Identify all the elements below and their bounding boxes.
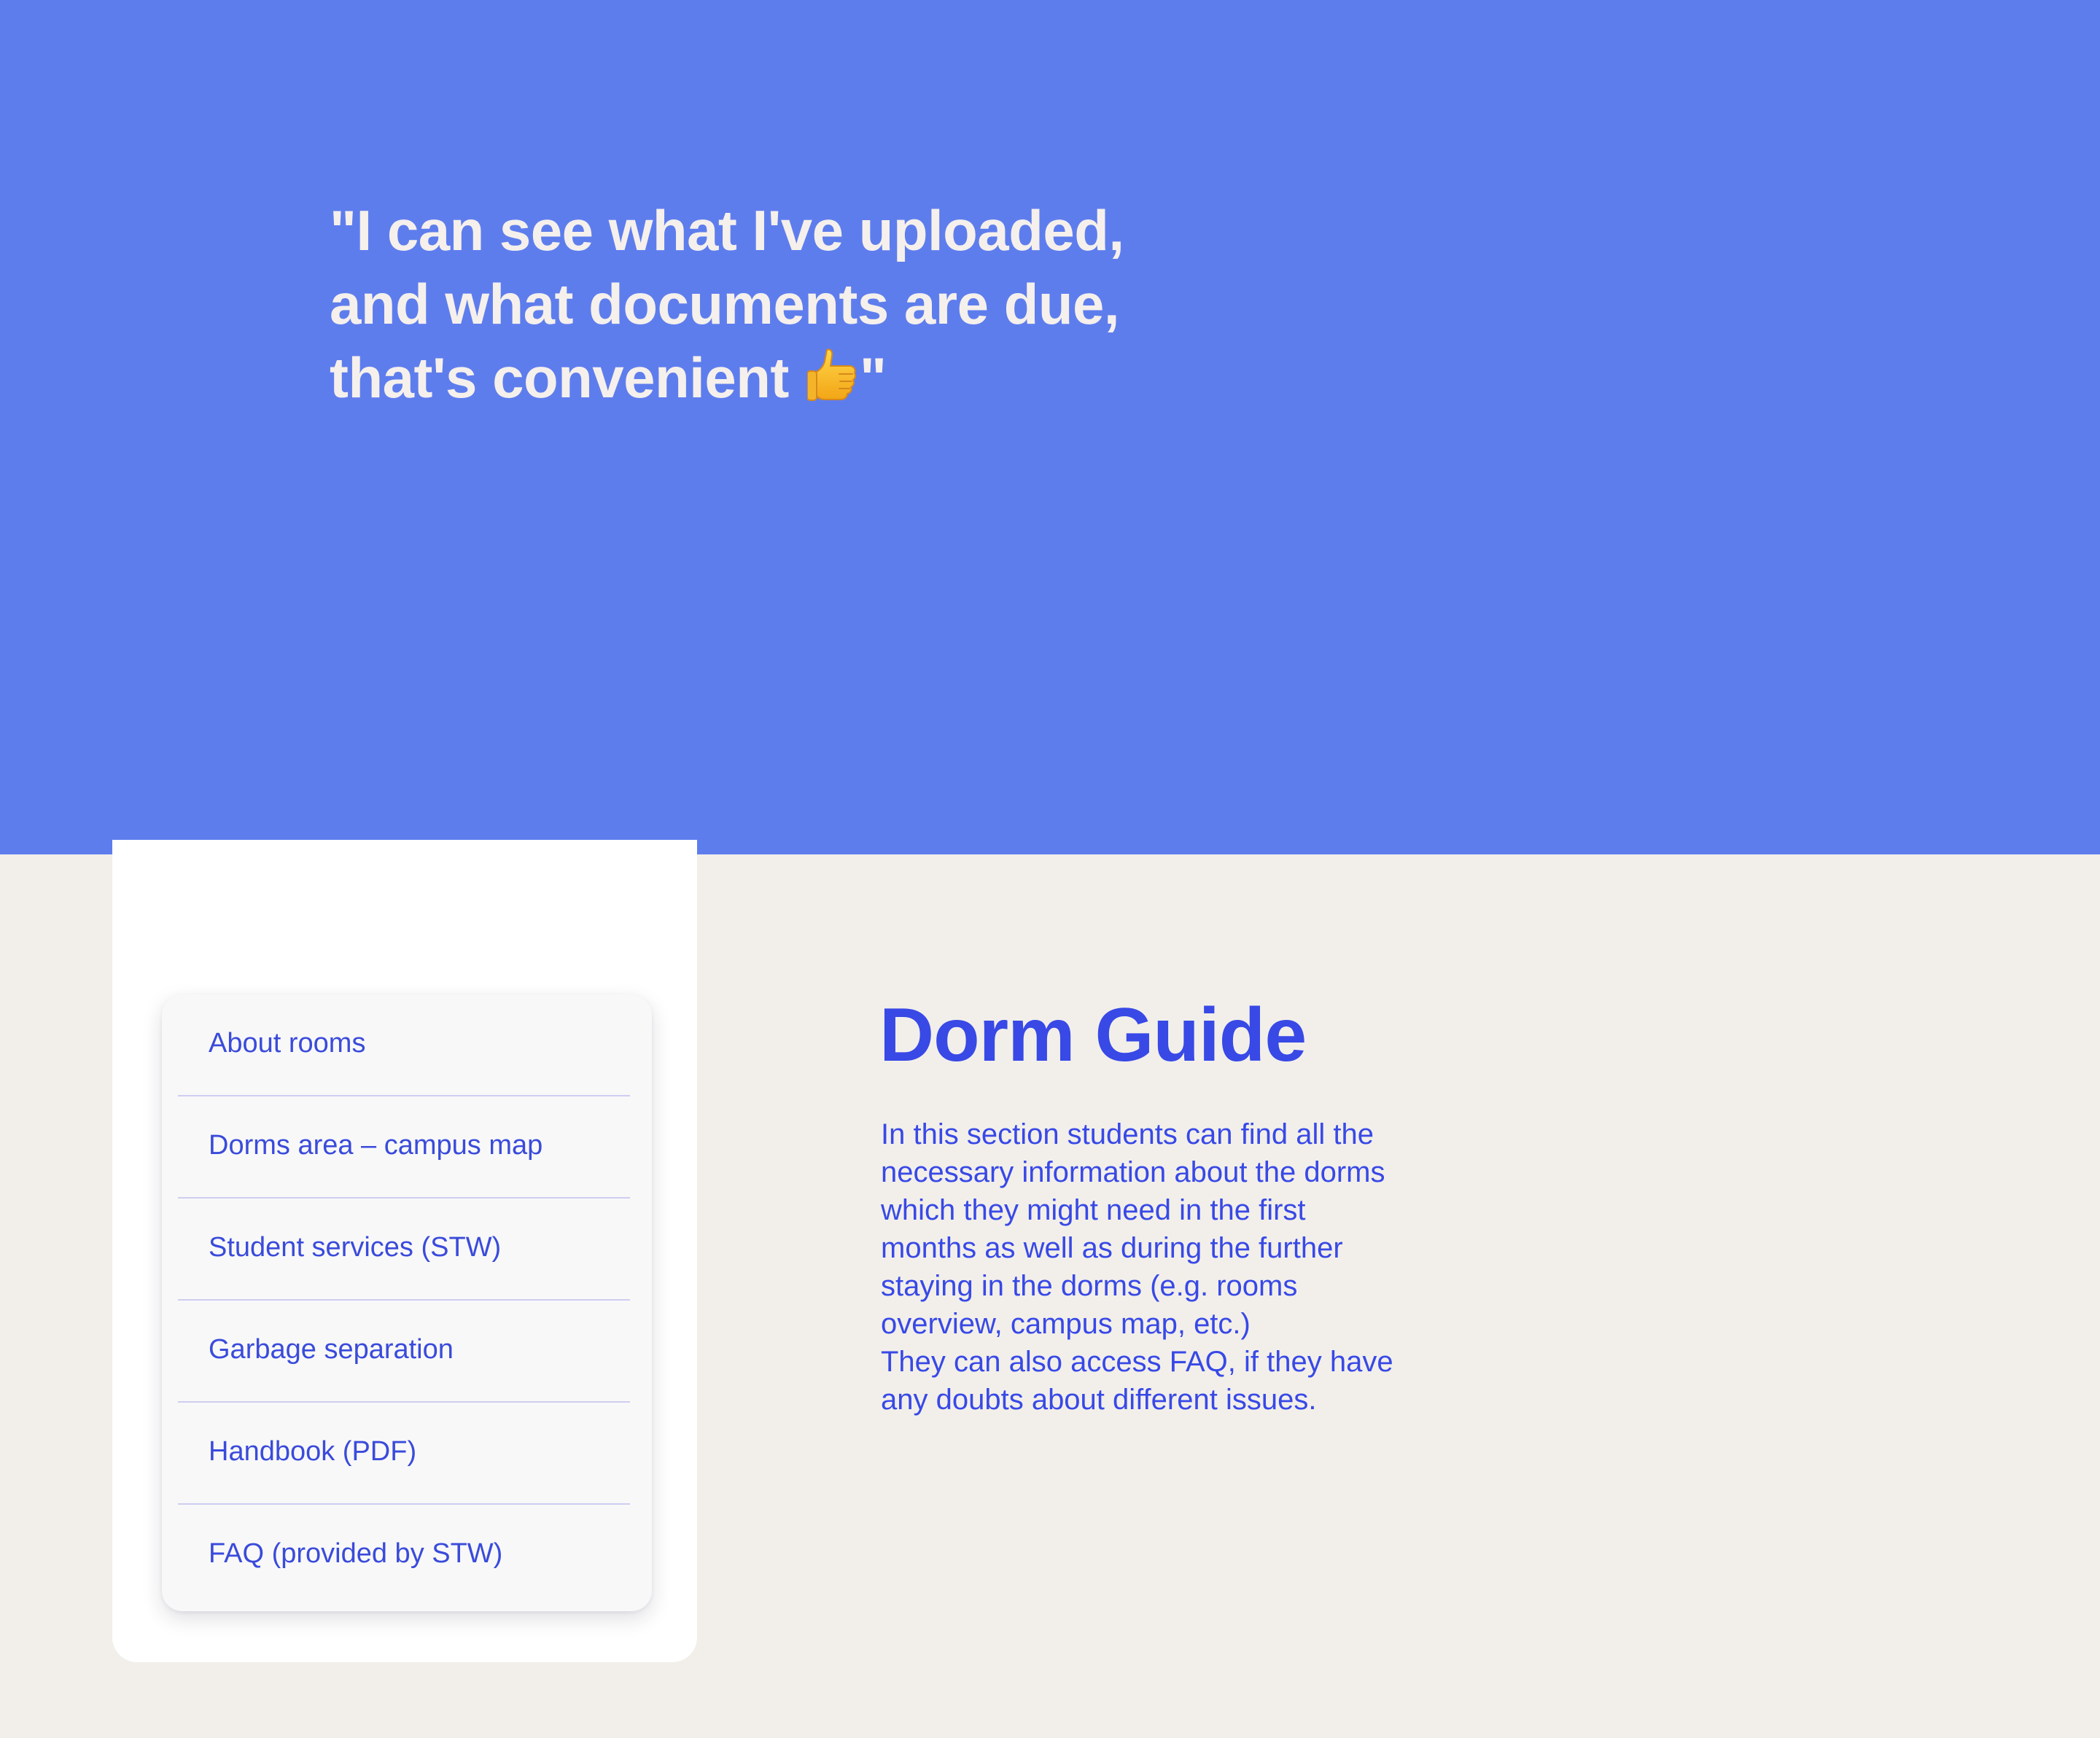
menu-list: About rooms Dorms area – campus map Stud… xyxy=(162,994,652,1605)
section-description: In this section students can find all th… xyxy=(881,1118,1393,1416)
testimonial-hero: "I can see what I've uploaded, and what … xyxy=(0,0,2100,854)
menu-item-label[interactable]: Garbage separation xyxy=(178,1334,454,1365)
menu-item-campus-map[interactable]: Dorms area – campus map xyxy=(178,1096,630,1199)
thumbs-up-icon xyxy=(807,348,857,401)
menu-item-faq[interactable]: FAQ (provided by STW) xyxy=(178,1505,630,1605)
quote-close-mark: " xyxy=(860,346,887,410)
page-title: Dorm Guide xyxy=(879,993,1307,1078)
menu-item-student-services[interactable]: Student services (STW) xyxy=(178,1199,630,1301)
quote-text: "I can see what I've uploaded, and what … xyxy=(330,198,1124,410)
testimonial-quote: "I can see what I've uploaded, and what … xyxy=(330,194,1278,415)
menu-item-handbook[interactable]: Handbook (PDF) xyxy=(178,1403,630,1505)
menu-item-label[interactable]: Dorms area – campus map xyxy=(178,1130,542,1161)
menu-item-about-rooms[interactable]: About rooms xyxy=(178,994,630,1096)
menu-item-label[interactable]: Handbook (PDF) xyxy=(178,1436,416,1468)
dorm-guide-menu: About rooms Dorms area – campus map Stud… xyxy=(162,994,652,1611)
menu-item-label[interactable]: About rooms xyxy=(178,1028,365,1059)
menu-item-label[interactable]: FAQ (provided by STW) xyxy=(178,1538,502,1570)
menu-item-garbage-separation[interactable]: Garbage separation xyxy=(178,1301,630,1403)
menu-item-label[interactable]: Student services (STW) xyxy=(178,1232,501,1263)
